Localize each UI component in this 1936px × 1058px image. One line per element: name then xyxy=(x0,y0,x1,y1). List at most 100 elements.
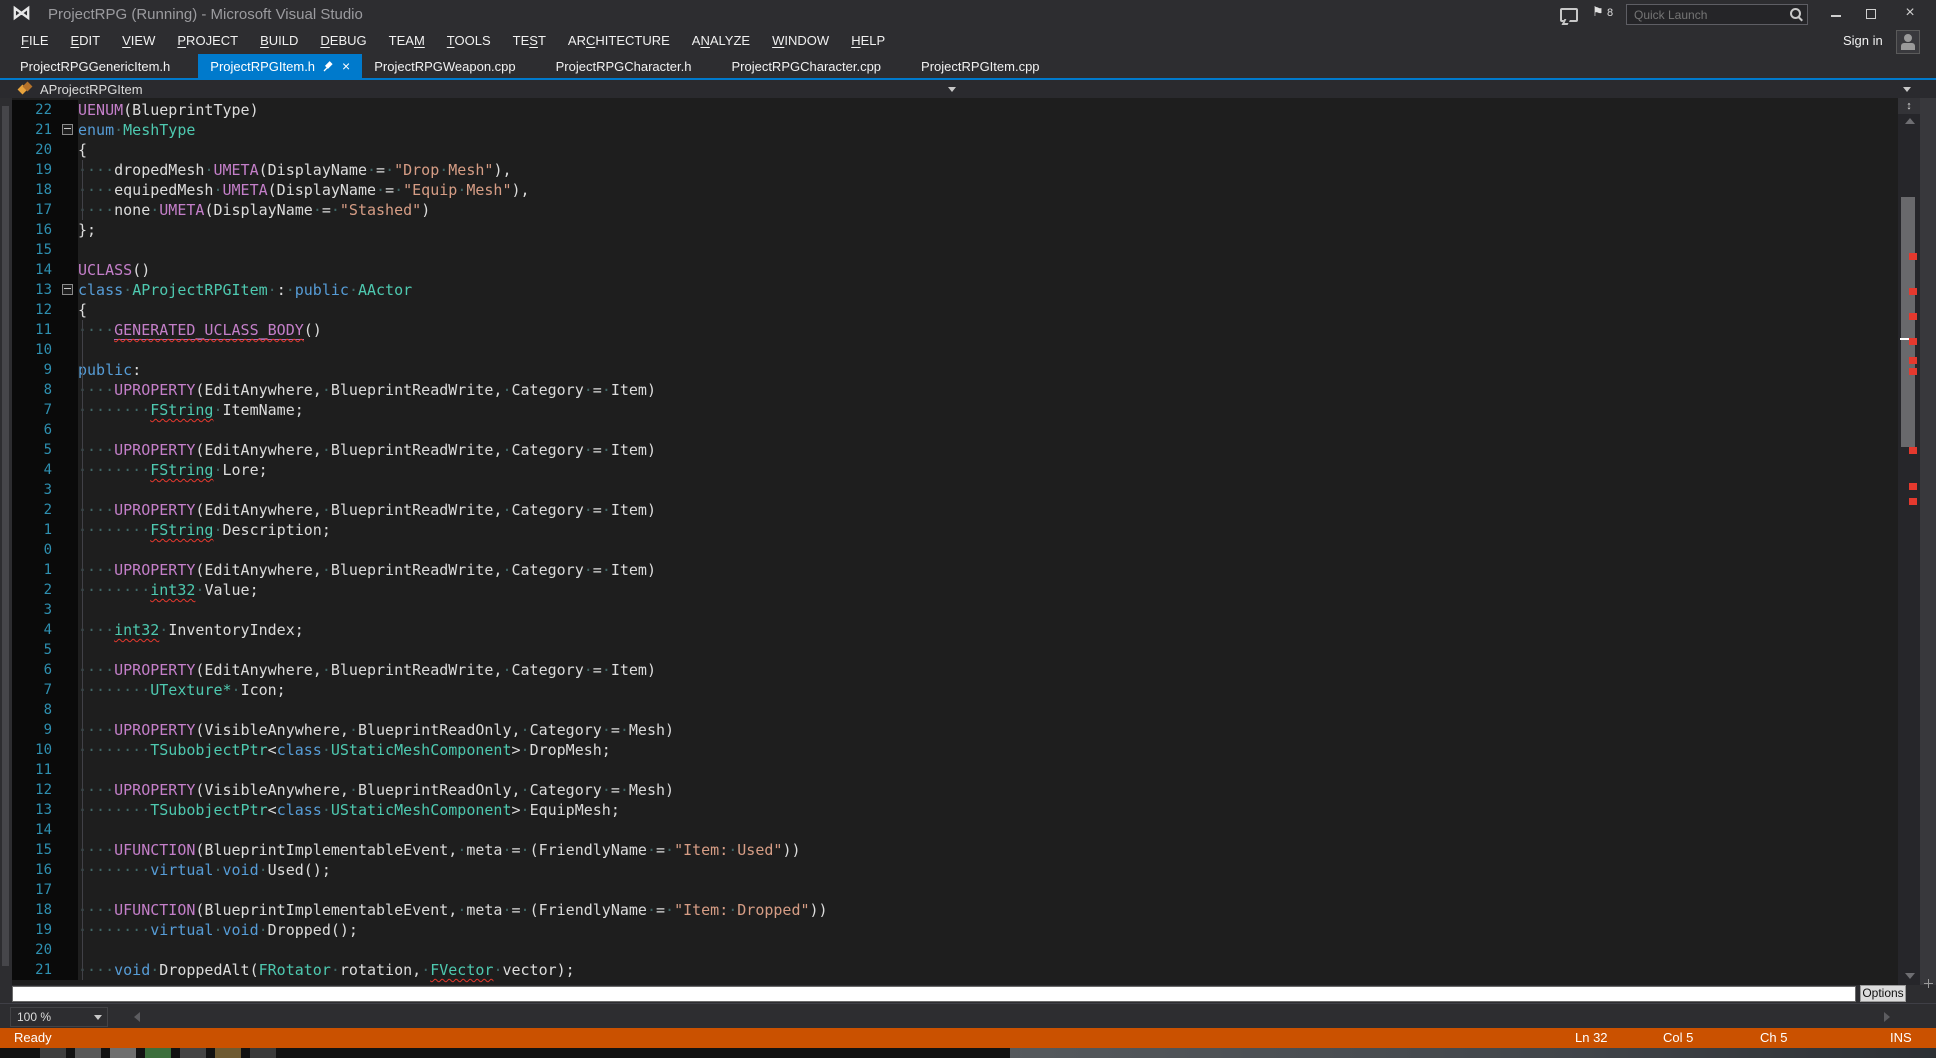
user-avatar-icon[interactable] xyxy=(1896,30,1920,54)
code-line[interactable]: 9····UPROPERTY(VisibleAnywhere,·Blueprin… xyxy=(12,720,1898,740)
menu-item-architecture[interactable]: ARCHITECTURE xyxy=(557,28,681,54)
code-line[interactable]: 21····void·DroppedAlt(FRotator·rotation,… xyxy=(12,960,1898,980)
line-number[interactable]: 7 xyxy=(12,400,58,420)
taskbar-icon[interactable] xyxy=(250,1048,276,1058)
code-line[interactable]: 14UCLASS() xyxy=(12,260,1898,280)
code-line[interactable]: 18····UFUNCTION(BlueprintImplementableEv… xyxy=(12,900,1898,920)
line-number[interactable]: 6 xyxy=(12,660,58,680)
code-line[interactable]: 19········virtual·void·Dropped(); xyxy=(12,920,1898,940)
scroll-left-arrow[interactable] xyxy=(134,1012,140,1022)
tab-projectrpggenericitem.h[interactable]: ProjectRPGGenericItem.h xyxy=(8,54,182,78)
line-number[interactable]: 17 xyxy=(12,200,58,220)
restore-button[interactable] xyxy=(1854,0,1890,26)
scroll-up-arrow[interactable] xyxy=(1905,118,1915,124)
code-line[interactable]: 20{ xyxy=(12,140,1898,160)
code-editor[interactable]: 22UENUM(BlueprintType)21enum·MeshType20{… xyxy=(0,98,1936,985)
tab-projectrpgcharacter.h[interactable]: ProjectRPGCharacter.h xyxy=(544,54,704,78)
line-number[interactable]: 8 xyxy=(12,380,58,400)
line-number[interactable]: 15 xyxy=(12,240,58,260)
code-line[interactable]: 22UENUM(BlueprintType) xyxy=(12,100,1898,120)
minimize-button[interactable] xyxy=(1818,0,1854,26)
code-line[interactable]: 5 xyxy=(12,640,1898,660)
line-number[interactable]: 6 xyxy=(12,420,58,440)
code-line[interactable]: 20 xyxy=(12,940,1898,960)
line-number[interactable]: 7 xyxy=(12,680,58,700)
taskbar-icon[interactable] xyxy=(110,1048,136,1058)
code-line[interactable]: 10 xyxy=(12,340,1898,360)
code-line[interactable]: 7········UTexture*·Icon; xyxy=(12,680,1898,700)
sign-in-link[interactable]: Sign in xyxy=(1843,33,1883,48)
menu-item-tools[interactable]: TOOLS xyxy=(436,28,502,54)
menu-item-build[interactable]: BUILD xyxy=(249,28,309,54)
line-number[interactable]: 3 xyxy=(12,600,58,620)
close-icon[interactable]: × xyxy=(342,59,350,73)
taskbar-icon[interactable] xyxy=(75,1048,101,1058)
line-number[interactable]: 21 xyxy=(12,960,58,980)
collapse-icon[interactable] xyxy=(62,124,73,135)
line-number[interactable]: 9 xyxy=(12,720,58,740)
line-number[interactable]: 14 xyxy=(12,260,58,280)
code-line[interactable]: 13········TSubobjectPtr<class·UStaticMes… xyxy=(12,800,1898,820)
line-number[interactable]: 2 xyxy=(12,580,58,600)
line-number[interactable]: 3 xyxy=(12,480,58,500)
line-number[interactable]: 13 xyxy=(12,800,58,820)
menu-item-view[interactable]: VIEW xyxy=(111,28,166,54)
line-number[interactable]: 4 xyxy=(12,460,58,480)
resize-grip-icon[interactable] xyxy=(1924,979,1933,988)
menu-item-debug[interactable]: DEBUG xyxy=(309,28,377,54)
line-number[interactable]: 10 xyxy=(12,340,58,360)
vertical-scrollbar[interactable]: ↕ xyxy=(1898,98,1920,985)
menu-item-test[interactable]: TEST xyxy=(502,28,557,54)
code-line[interactable]: 4········FString·Lore; xyxy=(12,460,1898,480)
code-line[interactable]: 7········FString·ItemName; xyxy=(12,400,1898,420)
line-number[interactable]: 19 xyxy=(12,920,58,940)
line-number[interactable]: 16 xyxy=(12,860,58,880)
feedback-icon[interactable] xyxy=(1560,8,1578,22)
line-number[interactable]: 0 xyxy=(12,540,58,560)
code-line[interactable]: 17 xyxy=(12,880,1898,900)
code-line[interactable]: 8····UPROPERTY(EditAnywhere,·BlueprintRe… xyxy=(12,380,1898,400)
menu-item-window[interactable]: WINDOW xyxy=(761,28,840,54)
line-number[interactable]: 1 xyxy=(12,560,58,580)
code-line[interactable]: 18····equipedMesh·UMETA(DisplayName·=·"E… xyxy=(12,180,1898,200)
code-line[interactable]: 21enum·MeshType xyxy=(12,120,1898,140)
line-number[interactable]: 15 xyxy=(12,840,58,860)
line-number[interactable]: 5 xyxy=(12,640,58,660)
line-number[interactable]: 4 xyxy=(12,620,58,640)
code-line[interactable]: 13class·AProjectRPGItem·:·public·AActor xyxy=(12,280,1898,300)
notifications-flag-icon[interactable]: ⚑ xyxy=(1592,4,1604,20)
options-button[interactable]: Options xyxy=(1860,985,1906,1002)
line-number[interactable]: 12 xyxy=(12,300,58,320)
code-line[interactable]: 5····UPROPERTY(EditAnywhere,·BlueprintRe… xyxy=(12,440,1898,460)
code-line[interactable]: 15 xyxy=(12,240,1898,260)
chevron-down-icon[interactable] xyxy=(1903,87,1911,92)
breadcrumb[interactable]: AProjectRPGItem xyxy=(40,82,143,97)
line-number[interactable]: 22 xyxy=(12,100,58,120)
code-line[interactable]: 12····UPROPERTY(VisibleAnywhere,·Bluepri… xyxy=(12,780,1898,800)
line-number[interactable]: 20 xyxy=(12,940,58,960)
code-line[interactable]: 0 xyxy=(12,540,1898,560)
line-number[interactable]: 18 xyxy=(12,900,58,920)
code-line[interactable]: 11 xyxy=(12,760,1898,780)
menu-item-help[interactable]: HELP xyxy=(840,28,896,54)
code-line[interactable]: 3 xyxy=(12,480,1898,500)
tab-projectrpgitem.cpp[interactable]: ProjectRPGItem.cpp xyxy=(909,54,1052,78)
line-number[interactable]: 14 xyxy=(12,820,58,840)
code-line[interactable]: 6····UPROPERTY(EditAnywhere,·BlueprintRe… xyxy=(12,660,1898,680)
taskbar-icon[interactable] xyxy=(215,1048,241,1058)
code-line[interactable]: 1········FString·Description; xyxy=(12,520,1898,540)
code-line[interactable]: 10········TSubobjectPtr<class·UStaticMes… xyxy=(12,740,1898,760)
line-number[interactable]: 13 xyxy=(12,280,58,300)
editor-split-grip[interactable]: ↕ xyxy=(1898,98,1920,114)
line-number[interactable]: 11 xyxy=(12,320,58,340)
line-number[interactable]: 10 xyxy=(12,740,58,760)
code-line[interactable]: 16}; xyxy=(12,220,1898,240)
find-input[interactable] xyxy=(12,986,1856,1002)
tab-projectrpgitem.h[interactable]: ProjectRPGItem.h× xyxy=(198,54,362,78)
code-line[interactable]: 1····UPROPERTY(EditAnywhere,·BlueprintRe… xyxy=(12,560,1898,580)
line-number[interactable]: 9 xyxy=(12,360,58,380)
code-line[interactable]: 15····UFUNCTION(BlueprintImplementableEv… xyxy=(12,840,1898,860)
line-number[interactable]: 12 xyxy=(12,780,58,800)
code-line[interactable]: 9public: xyxy=(12,360,1898,380)
line-number[interactable]: 1 xyxy=(12,520,58,540)
